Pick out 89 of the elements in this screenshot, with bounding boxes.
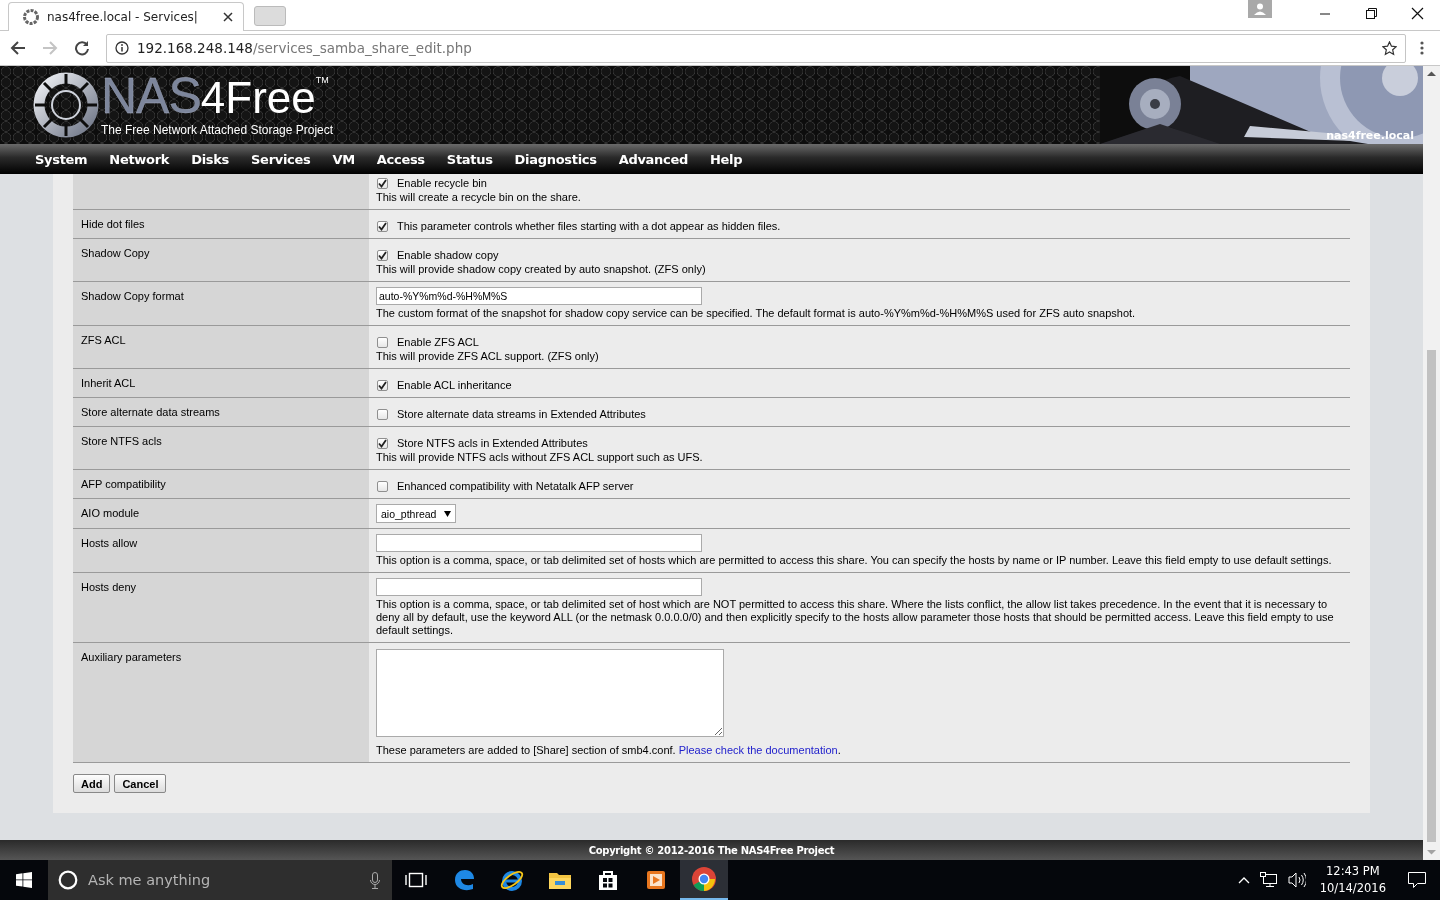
nav-item[interactable]: System <box>24 151 99 167</box>
info-icon[interactable] <box>115 41 129 55</box>
option-label: Store alternate data streams in Extended Attributes <box>397 408 646 420</box>
field-label: Store alternate data streams <box>81 406 220 418</box>
nav-item[interactable]: Access <box>365 151 436 167</box>
copyright-text: Copyright © 2012-2016 The NAS4Free Project <box>588 844 835 856</box>
checkbox[interactable] <box>377 220 388 232</box>
field-label: AIO module <box>81 507 140 519</box>
description-text: The custom format of the snapshot for shadow copy service can be specified. The default format is auto-%Y%m%d-%H%M%S used for ZFS auto snapshot. <box>376 307 1137 320</box>
nav-item[interactable]: Advanced <box>607 151 699 167</box>
field-label: Shadow Copy <box>81 247 150 259</box>
field-label: Shadow Copy format <box>81 290 184 302</box>
browser-tab[interactable]: nas4free.local - Services| <box>8 2 244 31</box>
form-button[interactable]: Cancel <box>114 774 167 793</box>
hostname-text: nas4free.local <box>1326 129 1414 142</box>
option-label: Enable ZFS ACL <box>397 336 479 348</box>
checkbox[interactable] <box>377 379 388 391</box>
logo-text: NAS <box>101 71 201 121</box>
description-text: This will create a recycle bin on the share. <box>376 191 582 204</box>
tagline-text: The Free Network Attached Storage Project <box>101 123 334 137</box>
field-label: ZFS ACL <box>81 334 126 346</box>
checkbox[interactable] <box>377 336 388 348</box>
back-icon[interactable] <box>10 40 26 56</box>
nav-item[interactable]: Disks <box>180 151 241 167</box>
search-field[interactable]: Ask me anything <box>86 871 362 889</box>
description-text: This will provide ZFS ACL support. (ZFS only) <box>376 350 600 363</box>
option-label: Enable ACL inheritance <box>397 379 512 391</box>
star-icon[interactable] <box>1382 40 1397 56</box>
url-text: 192.168.248.148/services_samba_share_edit.php <box>137 40 473 56</box>
scrollbar[interactable] <box>1423 66 1440 860</box>
task-view-icon[interactable] <box>405 872 427 888</box>
description-text: This will provide shadow copy created by auto snapshot. (ZFS only) <box>376 263 707 276</box>
nav-item[interactable]: VM <box>321 151 366 167</box>
volume-icon[interactable] <box>1287 872 1306 888</box>
option-label: Enable shadow copy <box>397 249 499 261</box>
text-field[interactable] <box>376 578 702 596</box>
documentation-link[interactable]: Please check the documentation <box>678 744 838 756</box>
favicon-icon <box>23 9 39 25</box>
media-player-icon[interactable] <box>645 869 667 891</box>
checkbox[interactable] <box>377 249 388 261</box>
search-box[interactable]: Ask me anything <box>48 860 392 900</box>
description-text: This will provide NTFS acls without ZFS ACL support such as UFS. <box>376 451 704 464</box>
nav-item[interactable]: Diagnostics <box>503 151 608 167</box>
address-bar[interactable]: 192.168.248.148/services_samba_share_edit.php <box>106 33 1406 63</box>
field-label: Store NTFS acls <box>81 435 162 447</box>
microphone-icon[interactable] <box>370 871 380 889</box>
checkbox[interactable] <box>377 437 388 449</box>
field-label: AFP compatibility <box>81 478 166 490</box>
description-text: This option is a comma, space, or tab delimited set of host which are NOT permitted to access this share. Where the lists conflict, the allow list takes precedence. In the event that it is necessary to deny all by default, use the keyword ALL (or the netmask 0.0.0.0/0) and then explicitly specify to the hosts allow parameter those hosts that should be permitted access. Leave this field empty to use default settings. <box>376 598 1335 637</box>
field-label: Inherit ACL <box>81 377 136 389</box>
option-label: Enhanced compatibility with Netatalk AFP server <box>397 480 634 492</box>
dropdown-arrow-icon <box>444 510 452 517</box>
menu-icon[interactable] <box>1420 41 1424 55</box>
select-field[interactable]: aio_pthread <box>376 504 457 523</box>
field-label: Hosts allow <box>81 537 138 549</box>
store-icon[interactable] <box>597 869 619 891</box>
windows-start-icon[interactable] <box>16 872 32 888</box>
field-label: Hide dot files <box>81 218 145 230</box>
checkbox[interactable] <box>377 177 388 189</box>
option-label: Store NTFS acls in Extended Attributes <box>397 437 588 449</box>
logo-text: 4Free <box>200 76 316 120</box>
nav-item[interactable]: Status <box>435 151 504 167</box>
checkbox[interactable] <box>377 480 388 492</box>
nav-item[interactable]: Services <box>240 151 322 167</box>
logo-icon <box>33 72 99 138</box>
cortana-icon[interactable] <box>58 870 78 890</box>
option-label: Enable recycle bin <box>397 177 487 189</box>
nav-item[interactable]: Help <box>698 151 754 167</box>
field-label: Auxiliary parameters <box>81 651 182 663</box>
text-field[interactable]: auto-%Y%m%d-%H%M%S <box>376 287 702 305</box>
form-button[interactable]: Add <box>73 774 111 793</box>
notification-icon[interactable] <box>1408 872 1426 888</box>
clock-date[interactable]: 10/14/2016 <box>1319 880 1386 897</box>
chrome-browser-icon[interactable] <box>691 866 717 892</box>
option-label: This parameter controls whether files starting with a dot appear as hidden files. <box>397 220 781 232</box>
checkbox[interactable] <box>377 408 388 420</box>
reload-icon[interactable] <box>74 40 90 56</box>
clock-time[interactable]: 12:43 PM <box>1326 863 1380 880</box>
network-icon[interactable] <box>1259 872 1278 888</box>
close-icon[interactable] <box>223 12 233 22</box>
edge-browser-icon[interactable] <box>452 868 476 892</box>
field-label: Hosts deny <box>81 581 137 593</box>
folder-icon[interactable] <box>548 870 572 890</box>
description-text: These parameters are added to [Share] section of smb4.conf. Please check the documentation. <box>376 744 842 757</box>
chevron-up-icon[interactable] <box>1237 876 1250 884</box>
nav-item[interactable]: Network <box>98 151 181 167</box>
trademark-text: TM <box>315 76 329 85</box>
text-field[interactable] <box>376 534 702 552</box>
description-text: This option is a comma, space, or tab delimited set of hosts which are permitted to access this share. You can specify the hosts by name or IP number. Leave this field empty to use default settings. <box>376 554 1333 567</box>
